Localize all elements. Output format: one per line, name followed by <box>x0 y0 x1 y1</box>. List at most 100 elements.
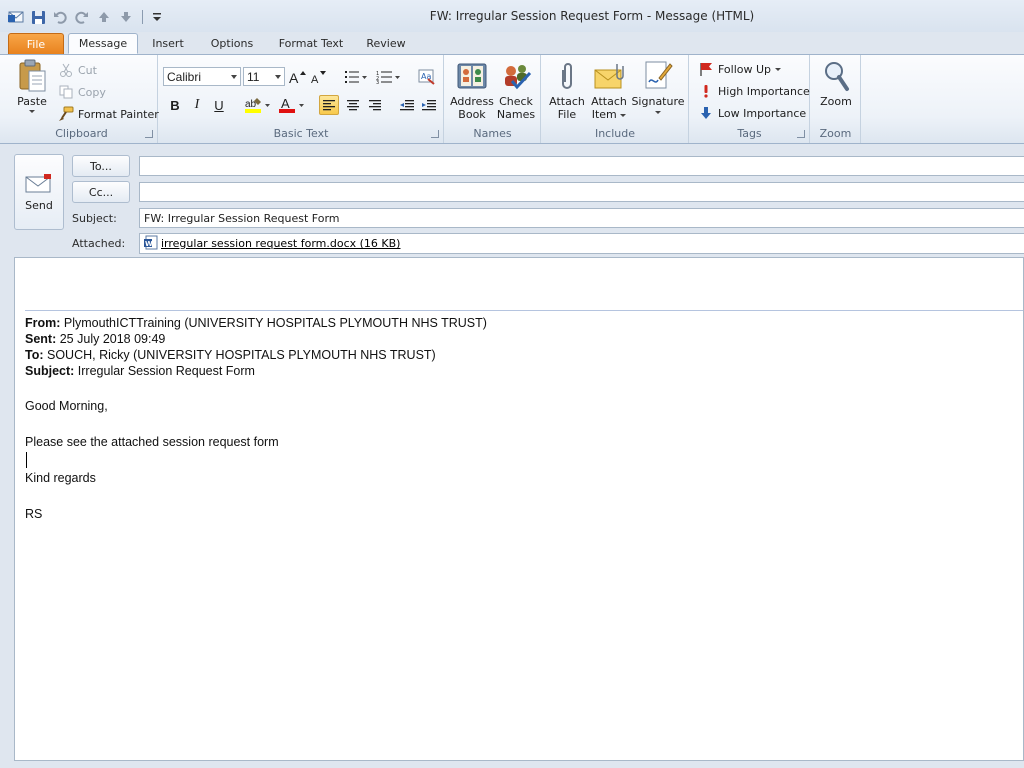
increase-indent-button[interactable] <box>419 95 439 115</box>
grow-font-button[interactable]: A <box>287 67 307 87</box>
attachment-link[interactable]: irregular session request form.docx (16 … <box>161 237 400 250</box>
italic-button[interactable]: I <box>187 95 207 115</box>
highlighter-icon: ab <box>245 98 270 113</box>
zoom-button[interactable]: Zoom <box>813 59 859 108</box>
basic-text-dialog-launcher-icon[interactable] <box>431 130 439 138</box>
numbering-button[interactable]: 123 <box>375 67 403 87</box>
tags-dialog-launcher-icon[interactable] <box>797 130 805 138</box>
bold-button[interactable]: B <box>165 95 185 115</box>
to-field[interactable] <box>139 156 1024 176</box>
paste-dropdown-icon <box>29 110 35 113</box>
attach-file-button[interactable]: Attach File <box>546 59 588 121</box>
names-group-label: Names <box>473 127 512 140</box>
to-value: SOUCH, Ricky (UNIVERSITY HOSPITALS PLYMO… <box>47 348 436 362</box>
chevron-down-icon <box>775 67 782 71</box>
tab-review[interactable]: Review <box>360 33 412 54</box>
clear-formatting-icon: Aa <box>418 69 435 85</box>
check-names-button[interactable]: Check Names <box>495 59 537 121</box>
names-group: Address Book Check Names Names <box>445 55 541 143</box>
flag-icon <box>698 61 714 77</box>
svg-text:A: A <box>281 96 290 111</box>
signature-icon <box>642 59 674 93</box>
title-bar: FW: Irregular Session Request Form - Mes… <box>0 0 1024 32</box>
format-painter-icon <box>58 106 74 122</box>
to-label: To: <box>25 348 44 362</box>
paperclip-icon <box>551 59 583 93</box>
cut-button[interactable]: Cut <box>58 61 97 79</box>
zoom-label: Zoom <box>820 95 852 108</box>
from-value: PlymouthICTTraining (UNIVERSITY HOSPITAL… <box>63 316 487 330</box>
subject-field[interactable]: FW: Irregular Session Request Form <box>139 208 1024 228</box>
cut-label: Cut <box>78 63 97 77</box>
message-body[interactable]: From: PlymouthICTTraining (UNIVERSITY HO… <box>14 257 1024 761</box>
to-line: To: SOUCH, Ricky (UNIVERSITY HOSPITALS P… <box>25 348 436 362</box>
align-center-button[interactable] <box>343 95 363 115</box>
send-envelope-icon <box>24 173 54 195</box>
format-painter-label: Format Painter <box>78 107 159 121</box>
address-book-label-line2: Book <box>458 108 486 121</box>
bullets-icon <box>345 71 367 83</box>
font-size-combobox[interactable]: 11 <box>243 67 285 86</box>
align-left-button[interactable] <box>319 95 339 115</box>
tab-insert[interactable]: Insert <box>144 33 192 54</box>
signature-button[interactable]: Signature <box>630 59 686 114</box>
paste-icon <box>16 59 48 93</box>
subject-label: Subject: <box>72 212 117 225</box>
to-button[interactable]: To... <box>72 155 130 177</box>
cc-button[interactable]: Cc... <box>72 181 130 203</box>
body-subject-label: Subject: <box>25 364 75 378</box>
font-name-combobox[interactable]: Calibri <box>163 67 241 86</box>
grow-font-icon: A <box>289 70 306 85</box>
cc-field[interactable] <box>139 182 1024 202</box>
signature-text: RS <box>25 507 43 521</box>
decrease-indent-button[interactable] <box>397 95 417 115</box>
attach-item-button[interactable]: Attach Item <box>588 59 630 121</box>
sent-label: Sent: <box>25 332 57 346</box>
tab-file[interactable]: File <box>8 33 64 54</box>
tab-options[interactable]: Options <box>204 33 260 54</box>
attach-item-label-line2: Item <box>588 108 630 121</box>
bullets-button[interactable] <box>343 67 369 87</box>
align-right-button[interactable] <box>365 95 385 115</box>
address-book-label-line1: Address <box>450 95 494 108</box>
basic-text-group: Calibri 11 A A 123 Aa B I U ab A Basic T… <box>159 55 444 143</box>
paste-button[interactable]: Paste <box>12 59 52 113</box>
send-button[interactable]: Send <box>14 154 64 230</box>
basic-text-group-label: Basic Text <box>273 127 329 140</box>
from-label: From: <box>25 316 61 330</box>
underline-button[interactable]: U <box>209 95 229 115</box>
font-color-button[interactable]: A <box>277 95 307 115</box>
clipboard-dialog-launcher-icon[interactable] <box>145 130 153 138</box>
follow-up-button[interactable]: Follow Up <box>698 60 782 78</box>
attached-label: Attached: <box>72 237 126 250</box>
tab-message[interactable]: Message <box>68 33 138 54</box>
align-right-icon <box>369 100 381 111</box>
attach-item-icon <box>593 59 625 93</box>
check-names-label-line1: Check <box>499 95 533 108</box>
font-size-value: 11 <box>247 69 260 84</box>
tab-format-text[interactable]: Format Text <box>274 33 348 54</box>
address-book-button[interactable]: Address Book <box>449 59 495 121</box>
clear-formatting-button[interactable]: Aa <box>417 67 437 87</box>
zoom-group-label: Zoom <box>819 127 852 140</box>
high-importance-label: High Importance <box>718 84 810 98</box>
low-importance-button[interactable]: Low Importance <box>698 104 806 122</box>
reply-separator-line <box>25 310 1023 311</box>
follow-up-label: Follow Up <box>718 62 772 76</box>
include-group: Attach File Attach Item Signature Includ… <box>542 55 689 143</box>
check-names-label-line2: Names <box>496 108 536 121</box>
format-painter-button[interactable]: Format Painter <box>58 105 159 123</box>
high-importance-button[interactable]: High Importance <box>698 82 810 100</box>
clipboard-group: Paste Cut Copy Format Painter Clipboard <box>6 55 159 143</box>
numbering-icon: 123 <box>376 71 400 84</box>
attach-item-label-line1: Attach <box>591 95 627 108</box>
greeting-text: Good Morning, <box>25 399 108 413</box>
down-arrow-icon <box>698 105 714 121</box>
chevron-down-icon <box>231 75 237 79</box>
chevron-down-icon <box>275 75 281 79</box>
shrink-font-button[interactable]: A <box>309 67 329 87</box>
signature-label: Signature <box>631 95 685 108</box>
copy-button[interactable]: Copy <box>58 83 106 101</box>
highlight-color-button[interactable]: ab <box>243 95 273 115</box>
bottom-frame <box>0 761 1024 768</box>
